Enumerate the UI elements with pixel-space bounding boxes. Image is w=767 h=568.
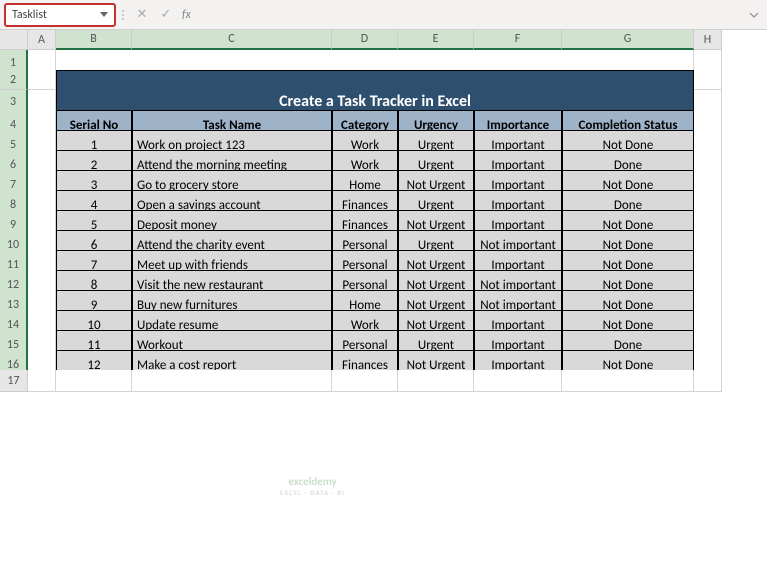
cell[interactable] xyxy=(332,370,398,392)
expand-formula-bar-icon[interactable] xyxy=(745,4,763,26)
column-header[interactable]: A xyxy=(28,30,56,50)
cancel-icon[interactable]: ✕ xyxy=(130,4,154,26)
formula-input[interactable] xyxy=(191,4,745,26)
table-title: Create a Task Tracker in Excel xyxy=(56,70,694,114)
column-header[interactable]: D xyxy=(332,30,398,50)
cell[interactable] xyxy=(694,70,722,90)
cell[interactable] xyxy=(562,370,694,392)
cell[interactable] xyxy=(132,370,332,392)
column-header[interactable]: C xyxy=(132,30,332,50)
cell[interactable] xyxy=(694,370,722,392)
cell[interactable] xyxy=(474,370,562,392)
column-header[interactable]: G xyxy=(562,30,694,50)
select-all-corner[interactable] xyxy=(0,30,28,50)
row-header[interactable]: 2 xyxy=(0,70,28,90)
column-header[interactable]: F xyxy=(474,30,562,50)
name-box-value: Tasklist xyxy=(12,8,100,22)
cell[interactable] xyxy=(28,370,56,392)
chevron-down-icon[interactable] xyxy=(100,12,108,17)
formula-bar: Tasklist ✕ ✓ fx xyxy=(0,0,767,30)
cell[interactable] xyxy=(28,70,56,90)
column-header[interactable]: H xyxy=(694,30,722,50)
watermark: exceldemy EXCEL · DATA · BI xyxy=(280,475,345,497)
fx-label[interactable]: fx xyxy=(178,8,191,22)
confirm-icon[interactable]: ✓ xyxy=(154,4,178,26)
cell[interactable] xyxy=(398,370,474,392)
row-header[interactable]: 17 xyxy=(0,370,28,392)
worksheet-grid[interactable]: ABCDEFGH12Create a Task Tracker in Excel… xyxy=(0,30,767,390)
column-header[interactable]: B xyxy=(56,30,132,50)
separator xyxy=(120,4,126,26)
name-box[interactable]: Tasklist xyxy=(4,3,116,27)
cell[interactable] xyxy=(56,370,132,392)
column-header[interactable]: E xyxy=(398,30,474,50)
